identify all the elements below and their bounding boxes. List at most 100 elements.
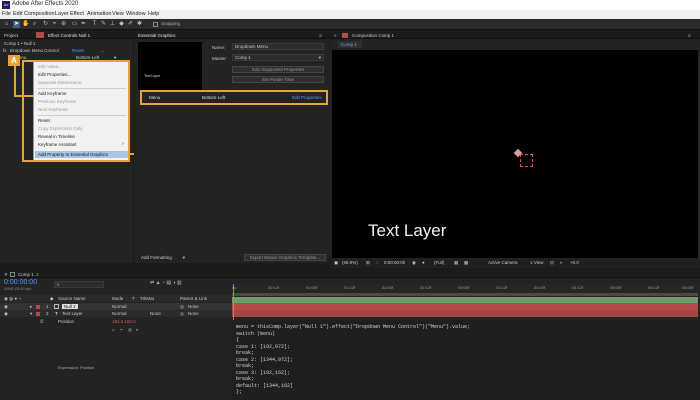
column-parent[interactable]: Parent & Link (180, 296, 207, 301)
menu-edit[interactable]: Edit (13, 11, 22, 17)
layer-name[interactable]: Text Layer (62, 311, 83, 316)
snapshot-icon[interactable]: ◉ (412, 260, 416, 266)
essential-property-name: Menu (149, 95, 161, 100)
hand-tool-icon[interactable]: ✋ (22, 21, 29, 28)
mask-icon[interactable]: ◌ (376, 260, 379, 265)
eye-icon[interactable]: ◉ (4, 311, 8, 317)
export-motion-graphics-template-button[interactable]: Export Motion Graphics Template... (244, 254, 326, 261)
position-value[interactable]: 192.0,162.0 (112, 319, 136, 324)
solo-supported-properties-button[interactable]: Solo Supported Properties (232, 66, 324, 73)
menu-effect[interactable]: Effect (70, 11, 84, 17)
label-color-swatch[interactable] (36, 304, 40, 309)
timeline-layer-bar[interactable] (232, 303, 698, 310)
time-ruler[interactable]: 0s 00:12f 01:00f 01:12f 02:00f 02:12f 03… (232, 284, 700, 293)
expression-graph-icon[interactable]: ⌁ (120, 327, 123, 333)
master-select[interactable]: Comp 1 ▾ (232, 54, 324, 61)
viewer-text-layer[interactable]: Text Layer (368, 221, 446, 241)
tab-composition[interactable]: Composition Comp 1 (352, 33, 394, 38)
graph-editor-icon[interactable]: ▥ (177, 280, 182, 286)
position-property-row[interactable]: ⏱ Position 192.0,162.0 (0, 318, 232, 325)
parent-pickwhip-icon[interactable]: ◎ (180, 311, 184, 317)
null-layer-box[interactable] (520, 154, 533, 167)
transparency-grid-icon[interactable]: ▩ (464, 260, 468, 266)
region-icon[interactable]: ▦ (454, 260, 458, 266)
menu-layer[interactable]: Layer (55, 11, 69, 17)
menu-window[interactable]: Window (126, 11, 146, 17)
work-area-bar[interactable] (232, 293, 698, 296)
timeline-layer-row[interactable]: ◉ ▾ 2 T Text Layer Normal None ◎ None (0, 310, 232, 317)
layer-parent[interactable]: None (188, 304, 199, 309)
timeline-search-input[interactable]: ⌕ (54, 281, 104, 288)
panel-expand-icon[interactable]: » (334, 33, 337, 38)
menu-animation[interactable]: Animation (87, 11, 111, 17)
timeline-layer-bar[interactable] (232, 310, 698, 317)
brush-tool-icon[interactable]: ✎ (100, 21, 107, 28)
puppet-tool-icon[interactable]: ✱ (136, 21, 143, 28)
type-tool-icon[interactable]: T (91, 21, 98, 28)
column-mode[interactable]: Mode (112, 296, 123, 301)
layer-mode[interactable]: Normal (112, 311, 127, 316)
camera-select[interactable]: Active Camera (488, 260, 518, 265)
effect-name: Dropdown Menu Control (10, 48, 59, 53)
menu-file[interactable]: File (2, 11, 11, 17)
menu-view[interactable]: View (112, 11, 124, 17)
layer-parent[interactable]: None (188, 311, 199, 316)
timeline-layer-row[interactable]: ◉ ▸ 1 Null 1 Normal ◎ None (0, 303, 232, 310)
stopwatch-icon[interactable]: ⏱ (40, 319, 44, 324)
layer-trkmat[interactable]: None (150, 311, 161, 316)
toggle-pixel-icon[interactable]: ⊡ (550, 260, 554, 266)
eraser-tool-icon[interactable]: ◆ (118, 21, 125, 28)
roto-brush-tool-icon[interactable]: ✐ (127, 21, 134, 28)
channel-icon[interactable]: ● (422, 260, 425, 265)
about-link[interactable]: … (100, 48, 105, 53)
layer-mode[interactable]: Normal (112, 304, 127, 309)
reset-link[interactable]: Reset (72, 48, 84, 53)
selection-tool-icon[interactable]: ➤ (13, 21, 20, 28)
always-preview-icon[interactable]: ▣ (334, 260, 338, 266)
set-poster-time-button[interactable]: Set Poster Time (232, 76, 324, 83)
add-formatting-select[interactable]: Add Formatting ▾ (138, 254, 188, 261)
grid-icon[interactable]: ⊞ (366, 260, 370, 266)
panel-menu-icon[interactable]: ≡ (319, 33, 322, 38)
name-field[interactable]: Dropdown Menu (232, 43, 324, 50)
expand-arrow-icon[interactable]: ▾ (30, 311, 32, 317)
panel-menu-icon[interactable]: ≡ (36, 272, 39, 277)
expression-equals-icon[interactable]: = (112, 327, 115, 332)
menu-composition[interactable]: Composition (24, 11, 55, 17)
viewer-timecode[interactable]: 0:00:00:00 (384, 260, 405, 265)
expression-pickwhip-icon[interactable]: ◎ (128, 327, 132, 333)
zoom-select[interactable]: (68.9%) (342, 260, 358, 265)
expression-editor[interactable]: menu = thisComp.layer("Null 1").effect("… (232, 320, 700, 400)
reset-exposure-icon[interactable]: ◐ (560, 260, 563, 265)
snapping-checkbox[interactable] (153, 22, 158, 27)
panel-menu-icon[interactable]: ≡ (688, 33, 691, 38)
tab-essential-graphics[interactable]: Essential Graphics (138, 33, 176, 38)
edit-properties-link[interactable]: Edit Properties (292, 95, 322, 100)
comp-subtab[interactable]: Comp 1 (338, 41, 362, 48)
rectangle-tool-icon[interactable]: ▭ (71, 21, 78, 28)
composition-viewer[interactable]: Text Layer (332, 50, 698, 262)
expression-language-icon[interactable]: ◐ (136, 327, 139, 332)
label-color-swatch[interactable] (36, 311, 40, 316)
layer-name[interactable]: Null 1 (62, 304, 78, 309)
menu-help[interactable]: Help (148, 11, 159, 17)
zoom-tool-icon[interactable]: ⌕ (31, 21, 38, 28)
column-trkmat[interactable]: TrkMat (140, 296, 154, 301)
pan-behind-tool-icon[interactable]: ⊕ (60, 21, 67, 28)
camera-tool-icon[interactable]: ⌖ (51, 21, 58, 28)
tab-effect-controls[interactable]: Effect Controls Null 1 (48, 33, 90, 38)
tab-project[interactable]: Project (4, 33, 18, 38)
timeline-timecode[interactable]: 0:00:00:00 (4, 279, 37, 286)
essential-property-value[interactable]: Bottom-Left (202, 95, 225, 100)
home-icon[interactable]: ⌂ (3, 21, 10, 28)
view-layout-select[interactable]: 1 View (530, 260, 543, 265)
tab-comp[interactable]: Comp 1 (18, 272, 34, 277)
resolution-select[interactable]: (Full) (434, 260, 444, 265)
exposure-value[interactable]: +0.0 (570, 260, 579, 265)
close-icon[interactable]: ✕ (4, 272, 8, 278)
pen-tool-icon[interactable]: ✒ (80, 21, 87, 28)
column-t[interactable]: T (132, 296, 135, 301)
rotate-tool-icon[interactable]: ↻ (42, 21, 49, 28)
clone-stamp-tool-icon[interactable]: ⊥ (109, 21, 116, 28)
column-source-name[interactable]: Source Name (58, 296, 86, 301)
